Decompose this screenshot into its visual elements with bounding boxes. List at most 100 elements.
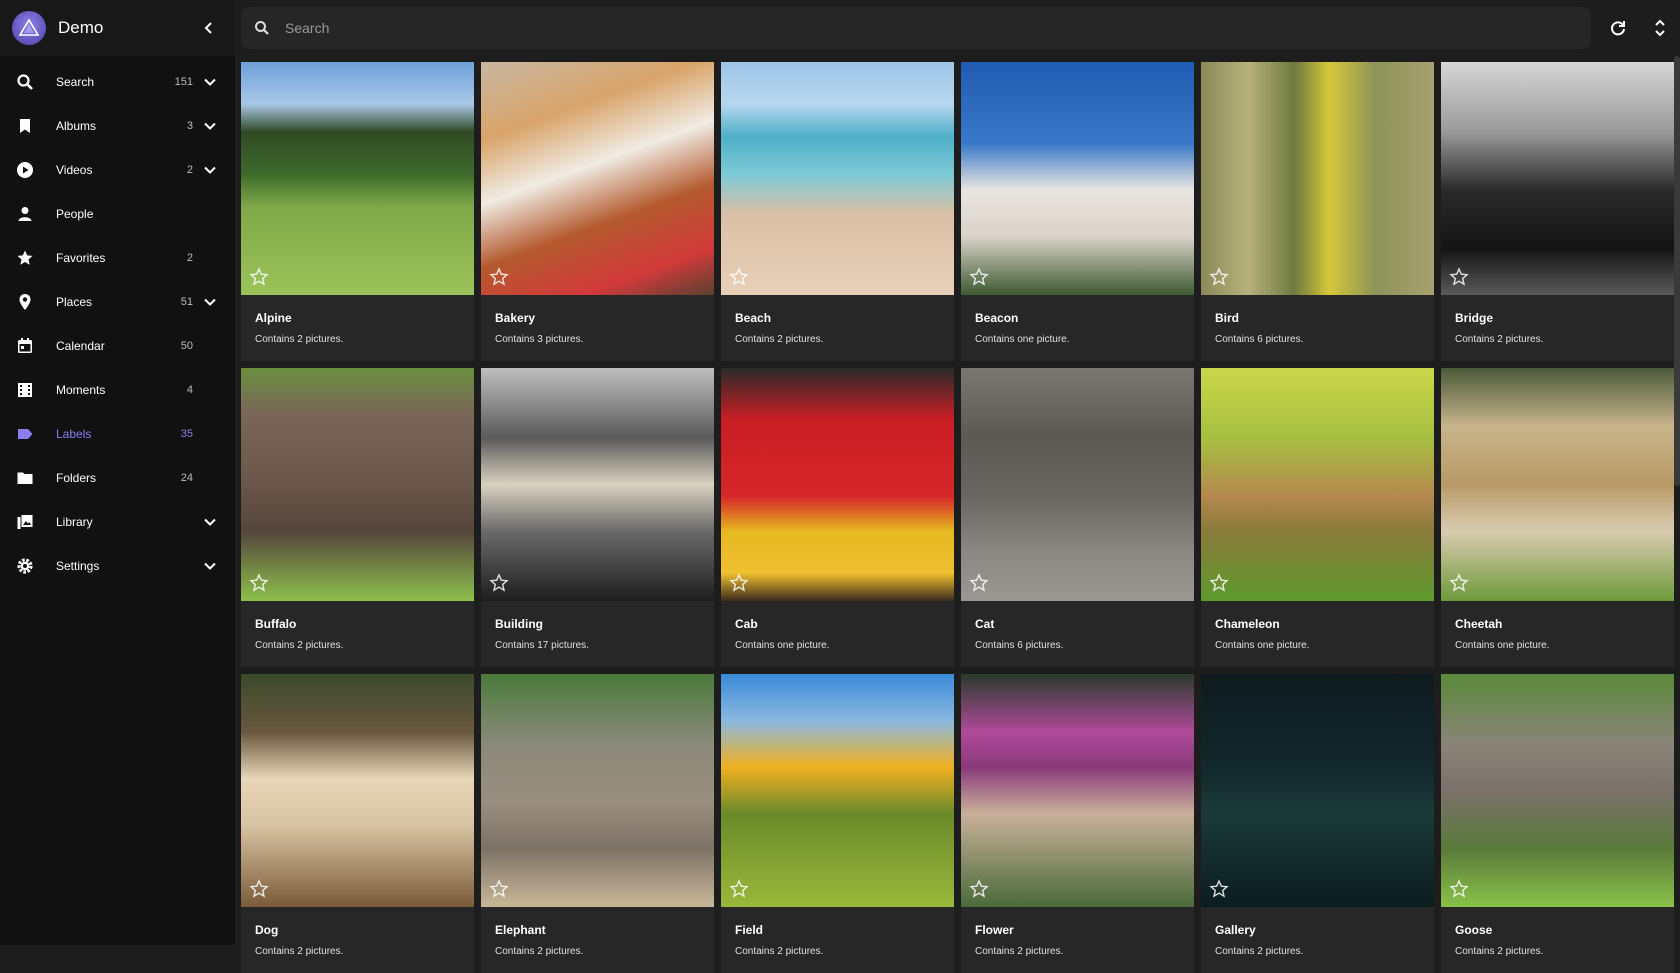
- label-description: Contains 6 pictures.: [975, 640, 1064, 651]
- star-icon[interactable]: [249, 879, 269, 899]
- label-card[interactable]: Beacon Contains one picture.: [961, 62, 1194, 361]
- sidebar-item-label: Moments: [56, 383, 106, 397]
- star-icon[interactable]: [489, 573, 509, 593]
- sidebar-item-search[interactable]: Search 151: [0, 60, 235, 104]
- star-icon[interactable]: [1209, 879, 1229, 899]
- sidebar-item-people[interactable]: People: [0, 192, 235, 236]
- sidebar-item-calendar[interactable]: Calendar 50: [0, 324, 235, 368]
- label-thumbnail[interactable]: [241, 674, 474, 907]
- sidebar-item-folders[interactable]: Folders 24: [0, 456, 235, 500]
- sidebar-item-count: 24: [180, 472, 193, 484]
- chevron-down-icon[interactable]: [199, 511, 221, 533]
- sidebar-item-labels[interactable]: Labels 35: [0, 412, 235, 456]
- label-thumbnail[interactable]: [1201, 368, 1434, 601]
- label-thumbnail[interactable]: [1441, 62, 1674, 295]
- label-card[interactable]: Cheetah Contains one picture.: [1441, 368, 1674, 667]
- label-card[interactable]: Bridge Contains 2 pictures.: [1441, 62, 1674, 361]
- label-thumbnail[interactable]: [241, 368, 474, 601]
- sidebar-item-label: Search: [56, 75, 95, 89]
- star-icon[interactable]: [729, 267, 749, 287]
- chevron-down-icon[interactable]: [199, 159, 221, 181]
- sidebar-item-settings[interactable]: Settings: [0, 544, 235, 588]
- label-title: Dog: [255, 923, 279, 937]
- search-input[interactable]: [283, 19, 1487, 37]
- search-bar[interactable]: [241, 7, 1591, 49]
- sidebar-item-favorites[interactable]: Favorites 2: [0, 236, 235, 280]
- label-thumbnail[interactable]: [961, 674, 1194, 907]
- label-description: Contains one picture.: [975, 334, 1070, 345]
- label-description: Contains 2 pictures.: [255, 946, 344, 957]
- labels-grid: Alpine Contains 2 pictures. Bakery Contains…: [241, 62, 1675, 973]
- star-icon[interactable]: [249, 573, 269, 593]
- settings-icon: [14, 555, 36, 577]
- star-icon[interactable]: [1449, 879, 1469, 899]
- collapse-sidebar-button[interactable]: [195, 14, 223, 42]
- label-thumbnail[interactable]: [1441, 368, 1674, 601]
- refresh-button[interactable]: [1603, 13, 1633, 43]
- star-icon[interactable]: [1449, 573, 1469, 593]
- sidebar-item-albums[interactable]: Albums 3: [0, 104, 235, 148]
- label-thumbnail[interactable]: [721, 368, 954, 601]
- label-thumbnail[interactable]: [241, 62, 474, 295]
- label-card[interactable]: Field Contains 2 pictures.: [721, 674, 954, 973]
- sidebar-header: Demo: [0, 0, 235, 56]
- label-card[interactable]: Beach Contains 2 pictures.: [721, 62, 954, 361]
- label-thumbnail[interactable]: [1201, 674, 1434, 907]
- chevron-down-icon[interactable]: [199, 115, 221, 137]
- label-thumbnail[interactable]: [721, 62, 954, 295]
- label-card[interactable]: Cat Contains 6 pictures.: [961, 368, 1194, 667]
- sidebar-item-moments[interactable]: Moments 4: [0, 368, 235, 412]
- sidebar-item-library[interactable]: Library: [0, 500, 235, 544]
- folders-icon: [14, 467, 36, 489]
- label-thumbnail[interactable]: [961, 368, 1194, 601]
- star-icon[interactable]: [1209, 573, 1229, 593]
- sidebar-item-label: Library: [56, 515, 93, 529]
- label-card[interactable]: Goose Contains 2 pictures.: [1441, 674, 1674, 973]
- chevron-down-icon[interactable]: [199, 291, 221, 313]
- expand-toggle-button[interactable]: [1645, 13, 1675, 43]
- chevron-placeholder: [199, 379, 221, 401]
- label-description: Contains 6 pictures.: [1215, 334, 1304, 345]
- scrollbar-thumb[interactable]: [1674, 56, 1680, 486]
- label-thumbnail[interactable]: [481, 368, 714, 601]
- label-description: Contains 17 pictures.: [495, 640, 589, 651]
- star-icon[interactable]: [729, 879, 749, 899]
- star-icon[interactable]: [489, 879, 509, 899]
- refresh-icon: [1611, 21, 1625, 36]
- star-icon[interactable]: [729, 573, 749, 593]
- places-icon: [14, 291, 36, 313]
- label-description: Contains 2 pictures.: [975, 946, 1064, 957]
- label-thumbnail[interactable]: [1201, 62, 1434, 295]
- label-title: Cheetah: [1455, 617, 1503, 631]
- chevron-down-icon[interactable]: [199, 555, 221, 577]
- label-thumbnail[interactable]: [961, 62, 1194, 295]
- label-card[interactable]: Flower Contains 2 pictures.: [961, 674, 1194, 973]
- sidebar-item-videos[interactable]: Videos 2: [0, 148, 235, 192]
- label-thumbnail[interactable]: [721, 674, 954, 907]
- label-card[interactable]: Bakery Contains 3 pictures.: [481, 62, 714, 361]
- label-thumbnail[interactable]: [481, 62, 714, 295]
- star-icon[interactable]: [969, 267, 989, 287]
- label-card[interactable]: Dog Contains 2 pictures.: [241, 674, 474, 973]
- label-card[interactable]: Building Contains 17 pictures.: [481, 368, 714, 667]
- chevron-down-icon[interactable]: [199, 71, 221, 93]
- star-icon[interactable]: [489, 267, 509, 287]
- star-icon[interactable]: [1449, 267, 1469, 287]
- star-icon[interactable]: [1209, 267, 1229, 287]
- star-icon[interactable]: [969, 879, 989, 899]
- label-card[interactable]: Elephant Contains 2 pictures.: [481, 674, 714, 973]
- label-thumbnail[interactable]: [1441, 674, 1674, 907]
- star-icon[interactable]: [969, 573, 989, 593]
- label-card[interactable]: Alpine Contains 2 pictures.: [241, 62, 474, 361]
- sidebar-item-places[interactable]: Places 51: [0, 280, 235, 324]
- app-logo-icon[interactable]: [12, 11, 46, 45]
- label-card[interactable]: Buffalo Contains 2 pictures.: [241, 368, 474, 667]
- label-description: Contains 2 pictures.: [1215, 946, 1304, 957]
- star-icon[interactable]: [249, 267, 269, 287]
- label-card[interactable]: Bird Contains 6 pictures.: [1201, 62, 1434, 361]
- label-thumbnail[interactable]: [481, 674, 714, 907]
- sidebar-item-count: 50: [180, 340, 193, 352]
- label-card[interactable]: Cab Contains one picture.: [721, 368, 954, 667]
- label-card[interactable]: Chameleon Contains one picture.: [1201, 368, 1434, 667]
- label-card[interactable]: Gallery Contains 2 pictures.: [1201, 674, 1434, 973]
